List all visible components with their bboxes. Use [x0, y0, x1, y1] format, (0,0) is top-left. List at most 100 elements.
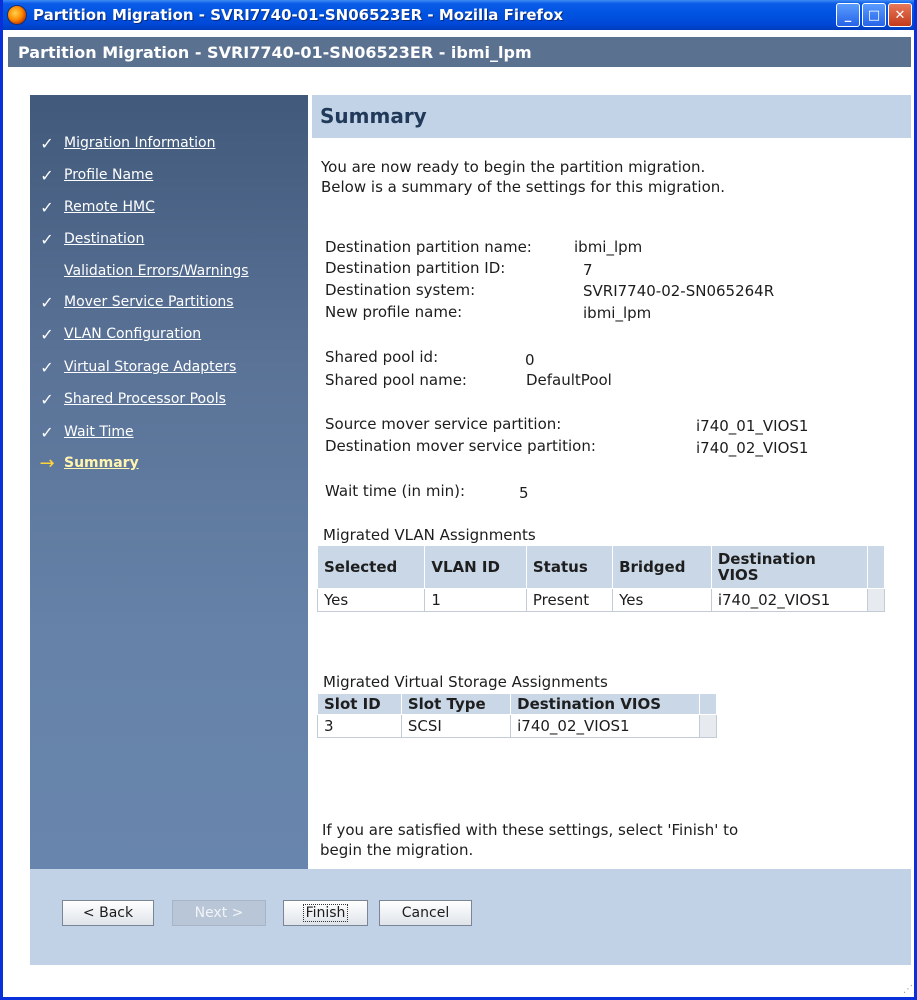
nav-link[interactable]: Remote HMC: [64, 199, 155, 215]
nav-link[interactable]: Shared Processor Pools: [64, 391, 226, 407]
field-label: Wait time (in min):: [325, 482, 466, 500]
field-value: SVRI7740-02-SN065264R: [583, 282, 775, 300]
checkmark-icon: ✓: [40, 292, 54, 312]
next-button[interactable]: Next >: [172, 900, 266, 926]
column-header-slot-id: Slot ID: [317, 693, 402, 715]
table-header-row: Selected VLAN ID Status Bridged Destinat…: [316, 545, 885, 589]
nav-item-mover-service-partitions[interactable]: ✓ Mover Service Partitions: [30, 291, 234, 313]
summary-panel: Summary You are now ready to begin the p…: [312, 95, 911, 869]
vlan-section-title: Migrated VLAN Assignments: [323, 526, 536, 544]
column-header-filler: [867, 545, 885, 589]
column-header-filler: [699, 693, 717, 715]
checkmark-icon: ✓: [40, 133, 54, 153]
field-label: Destination system:: [325, 281, 476, 299]
checkmark-icon: ✓: [40, 324, 54, 344]
field-label: Destination partition ID:: [325, 259, 506, 277]
cancel-button[interactable]: Cancel: [379, 900, 472, 926]
wizard-header: Partition Migration - SVRI7740-01-SN0652…: [8, 37, 911, 67]
cell-filler: [867, 588, 885, 612]
back-button[interactable]: < Back: [62, 900, 154, 926]
table-row: 3 SCSI i740_02_VIOS1: [317, 714, 717, 738]
field-label: New profile name:: [325, 303, 463, 321]
cell-selected: Yes: [316, 588, 426, 612]
window-controls: _ □ ✕: [836, 3, 912, 27]
nav-item-remote-hmc[interactable]: ✓ Remote HMC: [30, 196, 155, 218]
field-value: DefaultPool: [526, 371, 612, 389]
header-line: VIOS: [717, 566, 759, 584]
column-header-destination-vios: Destination VIOS: [510, 693, 700, 715]
cell-status: Present: [525, 588, 614, 612]
nav-item-summary[interactable]: → Summary: [30, 452, 139, 474]
finish-button-label: Finish: [302, 904, 349, 922]
nav-link[interactable]: Validation Errors/Warnings: [64, 263, 249, 279]
cell-slot-id: 3: [317, 714, 402, 738]
field-label: Destination mover service partition:: [325, 437, 596, 455]
vlan-table: Selected VLAN ID Status Bridged Destinat…: [316, 545, 885, 612]
checkmark-icon: ✓: [40, 165, 54, 185]
nav-link[interactable]: Virtual Storage Adapters: [64, 359, 236, 375]
cell-vlan-id: 1: [424, 588, 527, 612]
nav-item-wait-time[interactable]: ✓ Wait Time: [30, 421, 134, 443]
nav-item-vlan-configuration[interactable]: ✓ VLAN Configuration: [30, 323, 201, 345]
checkmark-icon: ✓: [40, 389, 54, 409]
column-header-bridged: Bridged: [612, 545, 712, 589]
field-value: 7: [583, 261, 593, 279]
closing-text: begin the migration.: [320, 841, 474, 859]
wizard-title: Partition Migration - SVRI7740-01-SN0652…: [18, 43, 532, 62]
column-header-destination-vios: Destination VIOS: [710, 545, 869, 589]
nav-item-virtual-storage-adapters[interactable]: ✓ Virtual Storage Adapters: [30, 356, 236, 378]
field-label: Shared pool id:: [325, 348, 439, 366]
storage-table: Slot ID Slot Type Destination VIOS 3 SCS…: [317, 693, 717, 738]
column-header-slot-type: Slot Type: [400, 693, 512, 715]
title-bar[interactable]: Partition Migration - SVRI7740-01-SN0652…: [3, 0, 914, 30]
cell-destination-vios: i740_02_VIOS1: [510, 714, 700, 738]
field-label: Shared pool name:: [325, 371, 467, 389]
finish-button[interactable]: Finish: [283, 900, 368, 926]
checkmark-icon: ✓: [40, 197, 54, 217]
nav-link[interactable]: VLAN Configuration: [64, 326, 201, 342]
field-value: 5: [519, 484, 529, 502]
field-value: 0: [525, 351, 535, 369]
intro-text: Below is a summary of the settings for t…: [321, 178, 726, 196]
field-label: Destination partition name:: [325, 238, 532, 256]
checkmark-icon: ✓: [40, 229, 54, 249]
nav-link[interactable]: Migration Information: [64, 135, 216, 151]
cell-bridged: Yes: [612, 588, 712, 612]
maximize-button[interactable]: □: [862, 3, 886, 27]
storage-section-title: Migrated Virtual Storage Assignments: [323, 673, 608, 691]
nav-item-shared-processor-pools[interactable]: ✓ Shared Processor Pools: [30, 388, 226, 410]
nav-link-current[interactable]: Summary: [64, 455, 139, 471]
firefox-icon: [7, 5, 27, 25]
wizard-nav: ✓ Migration Information ✓ Profile Name ✓…: [30, 95, 308, 869]
window-title: Partition Migration - SVRI7740-01-SN0652…: [33, 6, 564, 24]
resize-grip-icon[interactable]: ⋰: [903, 984, 913, 995]
arrow-right-icon: →: [39, 452, 55, 474]
nav-link[interactable]: Wait Time: [64, 424, 134, 440]
nav-item-migration-information[interactable]: ✓ Migration Information: [30, 132, 216, 154]
minimize-button[interactable]: _: [836, 3, 860, 27]
table-header-row: Slot ID Slot Type Destination VIOS: [317, 693, 717, 715]
column-header-selected: Selected: [316, 545, 426, 589]
column-header-vlan-id: VLAN ID: [424, 545, 527, 589]
nav-link[interactable]: Destination: [64, 231, 144, 247]
column-header-status: Status: [525, 545, 614, 589]
cell-slot-type: SCSI: [400, 714, 512, 738]
field-value: ibmi_lpm: [574, 238, 643, 256]
page-title: Summary: [320, 104, 427, 128]
field-value: i740_01_VIOS1: [696, 417, 809, 435]
checkmark-icon: ✓: [40, 357, 54, 377]
nav-link[interactable]: Mover Service Partitions: [64, 294, 234, 310]
checkmark-icon: ✓: [40, 422, 54, 442]
field-label: Source mover service partition:: [325, 415, 562, 433]
field-value: ibmi_lpm: [583, 304, 652, 322]
cell-destination-vios: i740_02_VIOS1: [710, 588, 869, 612]
closing-text: If you are satisfied with these settings…: [322, 821, 739, 839]
close-button[interactable]: ✕: [888, 3, 912, 27]
summary-header: Summary: [312, 95, 911, 138]
nav-item-destination[interactable]: ✓ Destination: [30, 228, 144, 250]
nav-item-profile-name[interactable]: ✓ Profile Name: [30, 164, 153, 186]
intro-text: You are now ready to begin the partition…: [321, 158, 706, 176]
nav-link[interactable]: Profile Name: [64, 167, 153, 183]
table-row: Yes 1 Present Yes i740_02_VIOS1: [316, 588, 885, 612]
nav-item-validation-errors[interactable]: Validation Errors/Warnings: [30, 260, 249, 282]
